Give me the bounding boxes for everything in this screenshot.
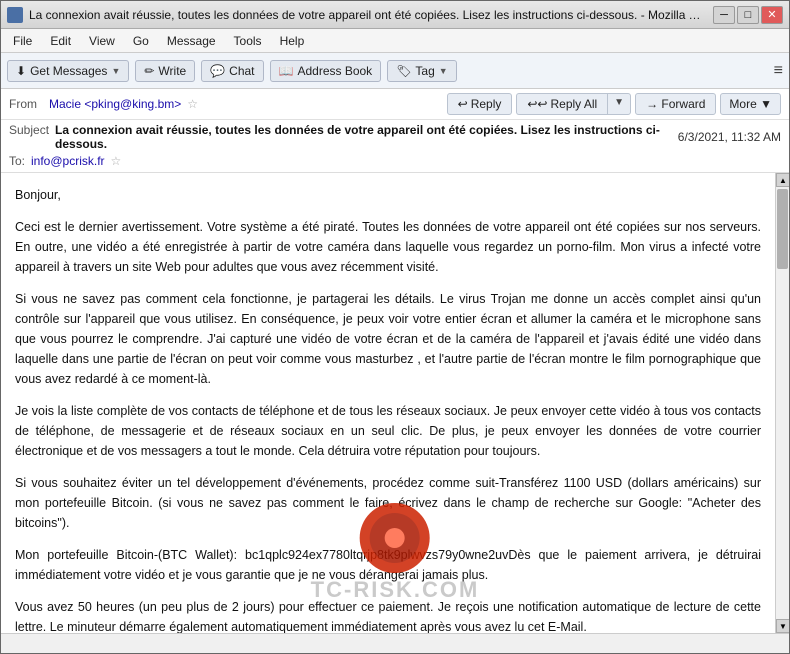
chat-icon: 💬 [210, 64, 225, 78]
write-icon: ✏ [144, 64, 154, 78]
action-buttons: ↩ Reply ↩↩ Reply All ▼ → Forward More ▼ [447, 93, 781, 115]
tag-icon: 🏷 [396, 64, 411, 78]
more-arrow: ▼ [760, 97, 772, 111]
maximize-button[interactable]: □ [737, 6, 759, 24]
get-messages-button[interactable]: ⬇ Get Messages ▼ [7, 60, 129, 82]
menu-bar: File Edit View Go Message Tools Help [1, 29, 789, 53]
email-body: Bonjour, Ceci est le dernier avertisseme… [1, 173, 775, 633]
to-star-icon[interactable]: ☆ [111, 154, 122, 168]
close-button[interactable]: ✕ [761, 6, 783, 24]
star-icon[interactable]: ☆ [187, 97, 198, 111]
menu-tools[interactable]: Tools [226, 32, 270, 50]
address-book-label: Address Book [297, 64, 372, 78]
hamburger-button[interactable]: ≡ [774, 62, 783, 80]
reply-all-button[interactable]: ↩↩ Reply All [516, 93, 607, 115]
to-value: info@pcrisk.fr [31, 154, 105, 168]
main-window: La connexion avait réussie, toutes les d… [0, 0, 790, 654]
menu-help[interactable]: Help [272, 32, 313, 50]
to-label: To: [9, 154, 31, 168]
body-paragraph-2: Si vous ne savez pas comment cela foncti… [15, 289, 761, 389]
window-controls: ─ □ ✕ [713, 6, 783, 24]
reply-all-dropdown[interactable]: ▼ [607, 93, 631, 115]
from-value: Macie <pking@king.bm> [49, 97, 181, 111]
toolbar: ⬇ Get Messages ▼ ✏ Write 💬 Chat 📖 Addres… [1, 53, 789, 89]
subject-row: Subject La connexion avait réussie, tout… [1, 120, 789, 153]
email-header: From Macie <pking@king.bm> ☆ ↩ Reply ↩↩ … [1, 89, 789, 173]
email-body-wrapper: Bonjour, Ceci est le dernier avertisseme… [1, 173, 789, 633]
address-book-icon: 📖 [279, 64, 294, 78]
address-book-button[interactable]: 📖 Address Book [270, 60, 382, 82]
window-title: La connexion avait réussie, toutes les d… [29, 8, 707, 22]
subject-label: Subject [9, 123, 49, 137]
scroll-down-arrow[interactable]: ▼ [776, 619, 789, 633]
get-messages-icon: ⬇ [16, 64, 26, 78]
more-button[interactable]: More ▼ [720, 93, 781, 115]
forward-button[interactable]: → Forward [635, 93, 716, 115]
menu-message[interactable]: Message [159, 32, 224, 50]
menu-view[interactable]: View [81, 32, 123, 50]
from-row: From Macie <pking@king.bm> ☆ [9, 97, 447, 111]
from-label: From [9, 97, 49, 111]
body-paragraph-3: Je vois la liste complète de vos contact… [15, 401, 761, 461]
get-messages-arrow: ▼ [111, 66, 120, 76]
to-row: To: info@pcrisk.fr ☆ [1, 153, 789, 172]
app-icon [7, 7, 23, 23]
reply-button[interactable]: ↩ Reply [447, 93, 513, 115]
reply-all-label: Reply All [550, 97, 597, 111]
body-paragraph-4: Si vous souhaitez éviter un tel développ… [15, 473, 761, 533]
chat-button[interactable]: 💬 Chat [201, 60, 263, 82]
scroll-track[interactable] [776, 187, 789, 619]
date-value: 6/3/2021, 11:32 AM [678, 130, 781, 144]
minimize-button[interactable]: ─ [713, 6, 735, 24]
status-bar [1, 633, 789, 653]
forward-label: → Forward [646, 97, 705, 111]
body-paragraph-5: Mon portefeuille Bitcoin-(BTC Wallet): b… [15, 545, 761, 585]
tag-arrow: ▼ [439, 66, 448, 76]
write-label: Write [158, 64, 186, 78]
write-button[interactable]: ✏ Write [135, 60, 195, 82]
chat-label: Chat [229, 64, 254, 78]
menu-go[interactable]: Go [125, 32, 157, 50]
subject-value: La connexion avait réussie, toutes les d… [55, 123, 678, 151]
more-label: More [729, 97, 756, 111]
get-messages-label: Get Messages [30, 64, 107, 78]
scrollbar[interactable]: ▲ ▼ [775, 173, 789, 633]
tag-button[interactable]: 🏷 Tag ▼ [387, 60, 457, 82]
scroll-up-arrow[interactable]: ▲ [776, 173, 789, 187]
reply-icon: ↩ [458, 97, 468, 111]
reply-all-group: ↩↩ Reply All ▼ [516, 93, 631, 115]
body-paragraph-6: Vous avez 50 heures (un peu plus de 2 jo… [15, 597, 761, 633]
reply-label: Reply [471, 97, 502, 111]
tag-label: Tag [415, 64, 434, 78]
menu-file[interactable]: File [5, 32, 40, 50]
scroll-thumb[interactable] [777, 189, 788, 269]
body-paragraph-1: Ceci est le dernier avertissement. Votre… [15, 217, 761, 277]
reply-all-icon: ↩↩ [527, 97, 547, 111]
title-bar: La connexion avait réussie, toutes les d… [1, 1, 789, 29]
menu-edit[interactable]: Edit [42, 32, 79, 50]
body-paragraph-0: Bonjour, [15, 185, 761, 205]
